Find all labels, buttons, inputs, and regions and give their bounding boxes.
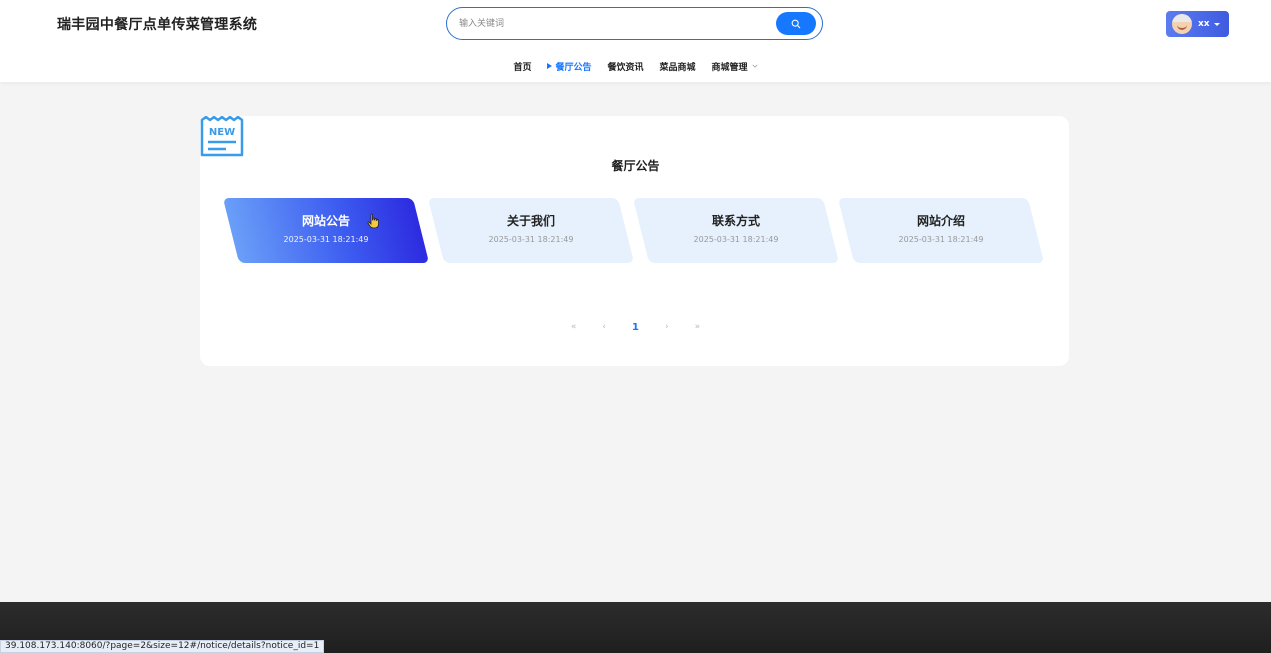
nav-item-label: 首页 [513, 62, 532, 73]
nav-item-label: 商城管理 [711, 62, 748, 73]
notice-title: 网站公告 [301, 213, 350, 228]
current-page[interactable]: 1 [632, 322, 639, 333]
search-input[interactable] [459, 14, 759, 34]
last-page-button[interactable]: » [695, 322, 701, 332]
notice-shape [632, 198, 840, 263]
notice-shape [222, 198, 430, 263]
notice-item[interactable]: 网站公告 2025-03-31 18:21:49 [222, 198, 430, 263]
notice-shape [427, 198, 635, 263]
svg-text:NEW: NEW [209, 127, 235, 138]
avatar [1172, 14, 1192, 34]
active-triangle-icon [547, 63, 553, 69]
main-nav: 首页 餐厅公告 餐饮资讯 菜品商城 商城管理 [0, 58, 1271, 74]
notice-title: 关于我们 [506, 213, 555, 228]
notice-shape [837, 198, 1045, 263]
search-box [446, 7, 823, 40]
site-title: 瑞丰园中餐厅点单传菜管理系统 [57, 17, 258, 33]
prev-page-button[interactable]: ‹ [602, 322, 606, 332]
user-menu-button[interactable]: xx [1166, 11, 1229, 37]
search-button[interactable] [776, 12, 816, 35]
first-page-button[interactable]: « [571, 322, 577, 332]
notice-title: 联系方式 [711, 213, 760, 228]
status-bar-url: 39.108.173.140:8060/?page=2&size=12#/not… [0, 640, 325, 653]
nav-item-notices[interactable]: 餐厅公告 [547, 58, 591, 74]
nav-item-shop[interactable]: 菜品商城 [660, 58, 696, 74]
nav-item-shop-management[interactable]: 商城管理 [712, 58, 758, 74]
notice-date: 2025-03-31 18:21:49 [488, 234, 574, 244]
notice-item[interactable]: 网站介绍 2025-03-31 18:21:49 [837, 198, 1045, 263]
nav-item-home[interactable]: 首页 [513, 58, 531, 74]
nav-item-label: 餐饮资讯 [607, 62, 644, 73]
notice-date: 2025-03-31 18:21:49 [283, 234, 369, 244]
notice-item[interactable]: 联系方式 2025-03-31 18:21:49 [632, 198, 840, 263]
pagination: « ‹ 1 › » [0, 320, 1271, 334]
new-badge-icon: NEW [200, 116, 244, 157]
nav-item-news[interactable]: 餐饮资讯 [607, 58, 643, 74]
notice-date: 2025-03-31 18:21:49 [898, 234, 984, 244]
notice-date: 2025-03-31 18:21:49 [693, 234, 779, 244]
page-title: 餐厅公告 [611, 159, 660, 173]
hand-pointer-icon [367, 213, 379, 229]
chevron-down-icon [752, 64, 758, 68]
next-page-button[interactable]: › [665, 322, 669, 332]
notice-item[interactable]: 关于我们 2025-03-31 18:21:49 [427, 198, 635, 263]
nav-item-label: 菜品商城 [659, 62, 696, 73]
caret-down-icon [1213, 22, 1220, 26]
search-icon [791, 19, 801, 28]
notice-title: 网站介绍 [916, 213, 965, 228]
nav-item-label: 餐厅公告 [555, 62, 592, 73]
header: 瑞丰园中餐厅点单传菜管理系统 xx 首页 餐厅公告 餐饮资讯 菜品商城 商城管 [0, 0, 1271, 82]
user-name: xx [1198, 19, 1210, 29]
